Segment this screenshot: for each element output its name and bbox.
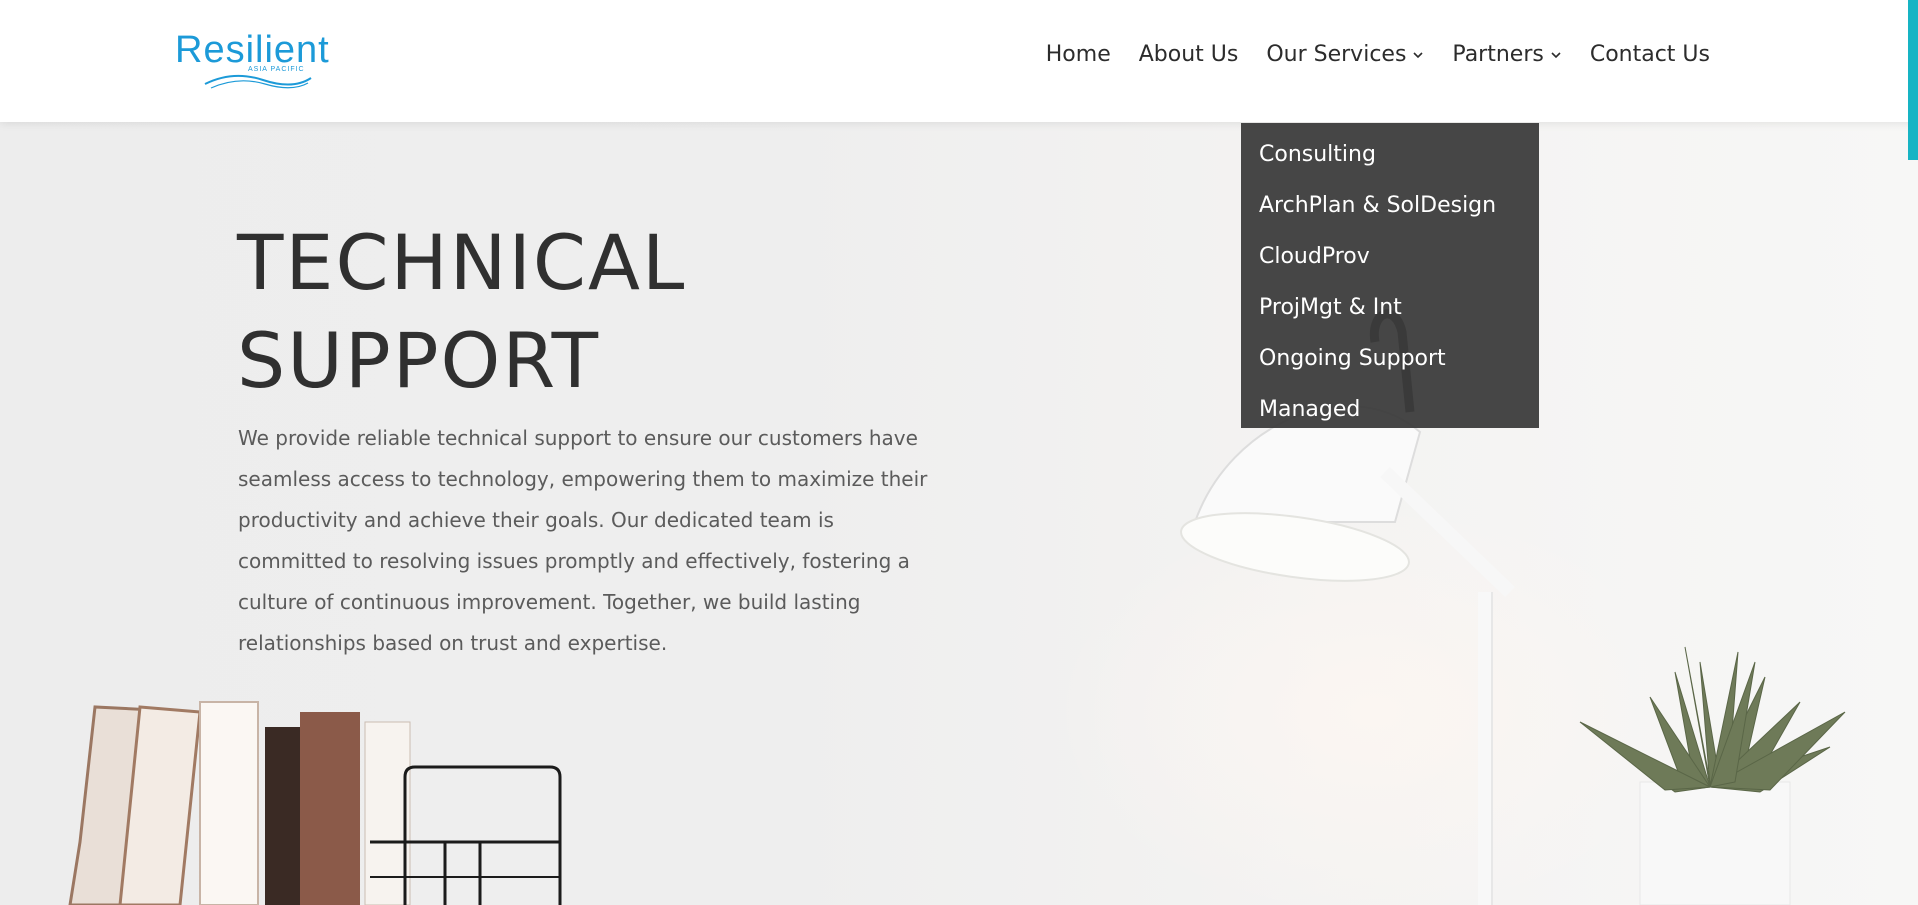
- menu-item-managed[interactable]: Managed: [1241, 384, 1539, 435]
- nav-contact-us-label: Contact Us: [1589, 42, 1710, 67]
- books-and-basket-image: [68, 701, 562, 905]
- wave-logo-icon: [204, 74, 312, 89]
- chevron-down-icon: [1413, 51, 1423, 58]
- main-nav: Home About Us Our Services Partners Cont…: [1018, 42, 1710, 67]
- menu-item-ongoing-support[interactable]: Ongoing Support: [1241, 333, 1539, 384]
- page-title: TECHNICAL SUPPORT: [237, 214, 686, 410]
- menu-item-consulting[interactable]: Consulting: [1241, 129, 1539, 180]
- page-title-line-1: TECHNICAL: [237, 218, 687, 307]
- menu-item-projmgt-int[interactable]: ProjMgt & Int: [1241, 282, 1539, 333]
- services-dropdown-menu: Consulting ArchPlan & SolDesign CloudPro…: [1241, 123, 1539, 428]
- scroll-progress-indicator: [1908, 0, 1918, 160]
- nav-about-us[interactable]: About Us: [1139, 42, 1239, 67]
- nav-contact-us[interactable]: Contact Us: [1590, 42, 1710, 67]
- nav-our-services[interactable]: Our Services: [1266, 42, 1424, 67]
- menu-item-cloudprov[interactable]: CloudProv: [1241, 231, 1539, 282]
- nav-about-us-label: About Us: [1138, 42, 1239, 67]
- hero-description: We provide reliable technical support to…: [238, 426, 928, 655]
- page-title-line-2: SUPPORT: [237, 316, 601, 405]
- brand-logo[interactable]: Resilient ASIA PACIFIC: [175, 28, 335, 92]
- nav-home[interactable]: Home: [1046, 42, 1111, 67]
- menu-item-archplan-soldesign[interactable]: ArchPlan & SolDesign: [1241, 180, 1539, 231]
- nav-our-services-label: Our Services: [1266, 42, 1407, 67]
- succulent-plant-image: [1579, 646, 1846, 905]
- chevron-down-icon: [1551, 51, 1561, 58]
- nav-home-label: Home: [1045, 42, 1111, 67]
- nav-partners[interactable]: Partners: [1452, 42, 1561, 67]
- nav-partners-label: Partners: [1452, 42, 1544, 67]
- site-header: Resilient ASIA PACIFIC Home About Us Our…: [0, 0, 1918, 122]
